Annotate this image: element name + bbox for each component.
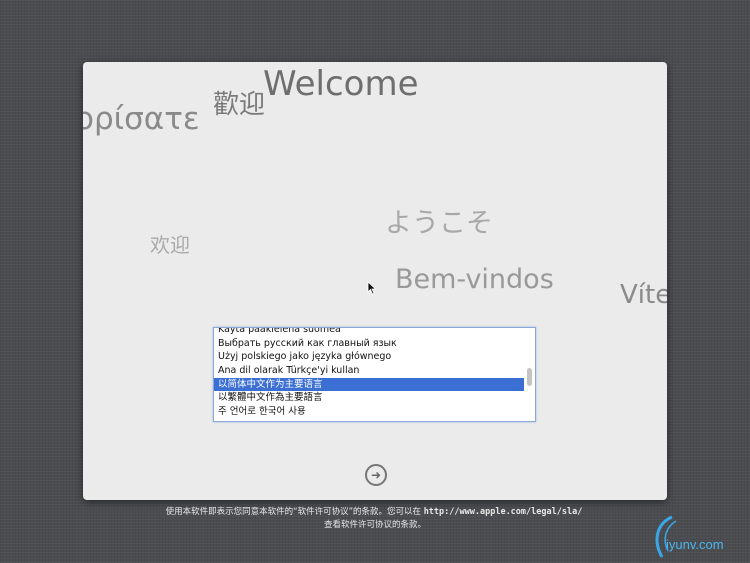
- language-option-simplified-chinese[interactable]: 以简体中文作为主要语言: [214, 377, 524, 392]
- welcome-word-japanese: ようこそ: [385, 208, 493, 239]
- language-option-turkish[interactable]: Ana dil olarak Türkçe'yi kullan: [214, 364, 524, 378]
- language-option-russian[interactable]: Выбрать русский как главный язык: [214, 337, 524, 351]
- language-option-korean[interactable]: 주 언어로 한국어 사용: [214, 405, 524, 419]
- license-url-link[interactable]: http://www.apple.com/legal/sla/: [424, 507, 583, 517]
- language-option-finnish[interactable]: Käytä pääkielenä suomea: [214, 328, 524, 337]
- watermark-logo: iyunv.com: [650, 515, 724, 563]
- watermark-text: iyunv.com: [666, 537, 724, 552]
- welcome-word-english: Welcome: [263, 64, 419, 104]
- welcome-word-greek: ορίσατε: [83, 101, 200, 137]
- list-scrollbar[interactable]: [527, 368, 532, 386]
- language-list[interactable]: Käytä pääkielenä suomea Выбрать русский …: [213, 327, 536, 422]
- arrow-right-circle-icon: ➜: [370, 468, 382, 482]
- language-option-traditional-chinese[interactable]: 以繁體中文作為主要語言: [214, 391, 524, 405]
- license-text: 使用本软件即表示您同意本软件的“软件许可协议”的条款。您可以在: [165, 507, 424, 517]
- license-notice-line2: 查看软件许可协议的条款。: [323, 520, 426, 530]
- welcome-word-trad-chinese: 歡迎: [213, 90, 266, 120]
- license-notice: 使用本软件即表示您同意本软件的“软件许可协议”的条款。您可以在 http://w…: [0, 505, 749, 517]
- welcome-word-czech: Víte: [620, 280, 667, 310]
- language-option-polish[interactable]: Użyj polskiego jako języka głównego: [214, 350, 524, 364]
- mouse-cursor-icon: [367, 281, 377, 295]
- welcome-word-portuguese: Bem-vindos: [395, 264, 554, 295]
- welcome-panel: Welcome ορίσατε 歡迎 ようこそ 欢迎 Bem-vindos Ví…: [83, 62, 667, 500]
- next-button[interactable]: ➜: [365, 464, 387, 486]
- welcome-word-simp-chinese: 欢迎: [150, 233, 190, 257]
